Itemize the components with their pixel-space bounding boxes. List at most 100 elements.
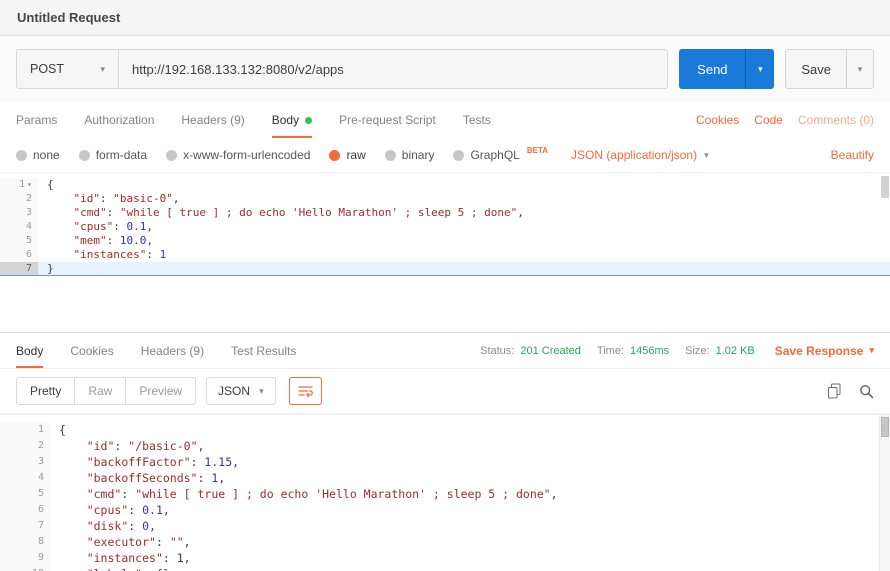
- send-dropdown-button[interactable]: ▾: [745, 49, 774, 89]
- view-mode-group: Pretty Raw Preview: [16, 377, 196, 405]
- comments-link[interactable]: Comments (0): [798, 113, 874, 127]
- line-number: 6: [0, 502, 50, 518]
- response-format-label: JSON: [218, 384, 250, 398]
- tab-body[interactable]: Body: [272, 102, 312, 138]
- fold-arrow-icon[interactable]: ▾: [27, 180, 32, 189]
- url-input[interactable]: [119, 50, 667, 88]
- mode-binary-label: binary: [402, 148, 435, 162]
- code-line[interactable]: 2 "id": "/basic-0",: [0, 438, 890, 454]
- save-response-button[interactable]: Save Response ▾: [775, 344, 874, 358]
- scrollbar-thumb[interactable]: [881, 417, 889, 437]
- line-number: 9: [0, 550, 50, 566]
- response-tabs: Body Cookies Headers (9) Test Results St…: [0, 333, 890, 369]
- line-number: 3: [0, 454, 50, 470]
- code-line[interactable]: 1{: [0, 422, 890, 438]
- radio-icon: [16, 150, 27, 161]
- mode-none[interactable]: none: [16, 148, 60, 162]
- time-value: 1456ms: [630, 345, 669, 357]
- search-button[interactable]: [859, 384, 874, 399]
- content-type-dropdown[interactable]: JSON (application/json) ▾: [571, 148, 709, 162]
- code-text: "backoffSeconds": 1,: [50, 470, 890, 486]
- content-type-label: JSON (application/json): [571, 148, 697, 162]
- line-number: 5: [0, 234, 38, 248]
- request-editor[interactable]: 1▾{2 "id": "basic-0",3 "cmd": "while [ t…: [0, 172, 890, 332]
- time-label: Time:: [597, 345, 624, 357]
- response-meta: Status: 201 Created Time: 1456ms Size: 1…: [480, 333, 874, 368]
- mode-graphql[interactable]: GraphQL BETA: [453, 148, 548, 162]
- response-tab-headers[interactable]: Headers (9): [141, 333, 204, 368]
- line-number: 10: [0, 566, 50, 571]
- url-group: POST ▾: [16, 49, 668, 89]
- preview-button[interactable]: Preview: [126, 377, 196, 405]
- line-number: 2: [0, 192, 38, 206]
- code-text: "backoffFactor": 1.15,: [50, 454, 890, 470]
- wrap-text-button[interactable]: [289, 377, 322, 405]
- request-editor-scrollbar[interactable]: [881, 176, 889, 198]
- mode-binary[interactable]: binary: [385, 148, 435, 162]
- response-tab-cookies[interactable]: Cookies: [70, 333, 113, 368]
- code-text: {: [50, 422, 890, 438]
- code-line[interactable]: 1▾{: [0, 178, 890, 192]
- line-number: 4: [0, 220, 38, 234]
- mode-form-data[interactable]: form-data: [79, 148, 147, 162]
- code-text: "executor": "",: [50, 534, 890, 550]
- code-line[interactable]: 5 "cmd": "while [ true ] ; do echo 'Hell…: [0, 486, 890, 502]
- tab-authorization[interactable]: Authorization: [84, 102, 154, 138]
- line-number: 7: [0, 262, 38, 275]
- response-editor[interactable]: 1{2 "id": "/basic-0",3 "backoffFactor": …: [0, 414, 890, 571]
- code-text: "cpus": 0.1,: [38, 220, 890, 234]
- chevron-down-icon: ▾: [858, 64, 863, 75]
- code-line[interactable]: 7 "disk": 0,: [0, 518, 890, 534]
- code-text: "cmd": "while [ true ] ; do echo 'Hello …: [50, 486, 890, 502]
- code-line[interactable]: 5 "mem": 10.0,: [0, 234, 890, 248]
- request-tab-links: Cookies Code Comments (0): [696, 102, 874, 138]
- tab-params[interactable]: Params: [16, 102, 57, 138]
- line-number: 4: [0, 470, 50, 486]
- save-response-label: Save Response: [775, 344, 864, 358]
- line-number: 1: [0, 422, 50, 438]
- cookies-link[interactable]: Cookies: [696, 113, 739, 127]
- method-dropdown[interactable]: POST ▾: [17, 50, 119, 88]
- code-line[interactable]: 2 "id": "basic-0",: [0, 192, 890, 206]
- tab-prerequest-script[interactable]: Pre-request Script: [339, 102, 436, 138]
- request-titlebar: Untitled Request: [0, 0, 890, 36]
- size-value: 1.02 KB: [716, 345, 755, 357]
- code-line[interactable]: 4 "backoffSeconds": 1,: [0, 470, 890, 486]
- postman-window: Untitled Request POST ▾ Send ▾ Save ▾ Pa…: [0, 0, 890, 571]
- code-line[interactable]: 6 "cpus": 0.1,: [0, 502, 890, 518]
- save-button[interactable]: Save: [786, 50, 846, 88]
- tab-headers[interactable]: Headers (9): [181, 102, 244, 138]
- code-line[interactable]: 6 "instances": 1: [0, 248, 890, 262]
- code-line[interactable]: 3 "cmd": "while [ true ] ; do echo 'Hell…: [0, 206, 890, 220]
- pretty-button[interactable]: Pretty: [16, 377, 75, 405]
- radio-icon: [166, 150, 177, 161]
- body-mode-row: none form-data x-www-form-urlencoded raw…: [0, 138, 890, 172]
- code-line[interactable]: 7}: [0, 262, 890, 276]
- response-editor-scrollbar[interactable]: [879, 415, 890, 571]
- beta-badge: BETA: [527, 146, 548, 155]
- response-format-dropdown[interactable]: JSON ▾: [206, 377, 276, 405]
- code-line[interactable]: 8 "executor": "",: [0, 534, 890, 550]
- mode-urlencoded[interactable]: x-www-form-urlencoded: [166, 148, 310, 162]
- radio-selected-icon: [329, 150, 340, 161]
- copy-button[interactable]: [827, 383, 842, 399]
- response-tab-body[interactable]: Body: [16, 333, 43, 368]
- beautify-link[interactable]: Beautify: [831, 148, 874, 162]
- tab-tests[interactable]: Tests: [463, 102, 491, 138]
- code-line[interactable]: 3 "backoffFactor": 1.15,: [0, 454, 890, 470]
- save-dropdown-button[interactable]: ▾: [846, 50, 873, 88]
- mode-raw[interactable]: raw: [329, 148, 365, 162]
- chevron-down-icon: ▾: [100, 64, 105, 75]
- wrap-text-icon: [298, 385, 313, 398]
- raw-button[interactable]: Raw: [75, 377, 126, 405]
- body-filled-indicator-icon: [305, 117, 312, 124]
- code-text: "id": "/basic-0",: [50, 438, 890, 454]
- mode-none-label: none: [33, 148, 60, 162]
- response-tab-test-results[interactable]: Test Results: [231, 333, 296, 368]
- code-line[interactable]: 4 "cpus": 0.1,: [0, 220, 890, 234]
- code-line[interactable]: 10 "labels": {},: [0, 566, 890, 571]
- code-line[interactable]: 9 "instances": 1,: [0, 550, 890, 566]
- send-button[interactable]: Send: [679, 49, 745, 89]
- code-text: "mem": 10.0,: [38, 234, 890, 248]
- code-link[interactable]: Code: [754, 113, 783, 127]
